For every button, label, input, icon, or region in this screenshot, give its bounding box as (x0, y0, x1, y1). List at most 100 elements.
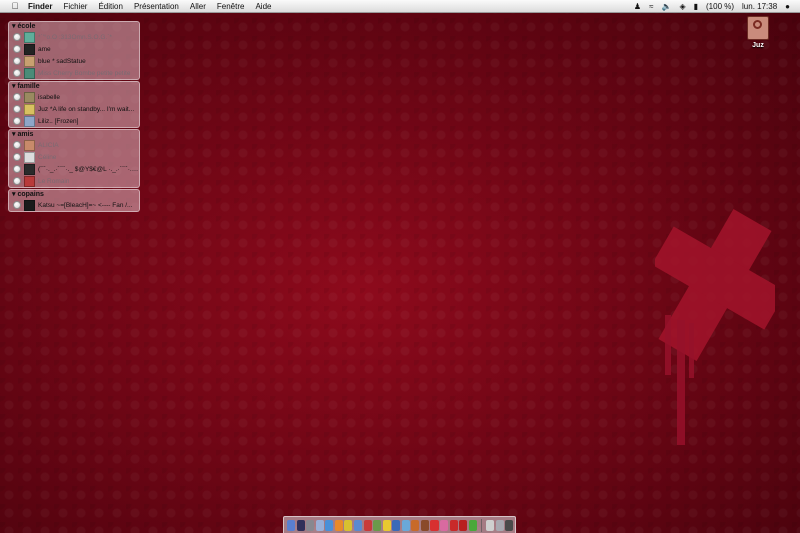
buddy-item[interactable]: (¯`·._.·´¯`·._ $@Y$€@L ·._.·´¯`·._.· (9, 163, 139, 175)
firefox-icon[interactable] (334, 519, 343, 531)
buddy-name: Céline (38, 153, 57, 161)
group-header[interactable]: ▾ copains (9, 190, 139, 199)
group-header[interactable]: ▾ famille (9, 82, 139, 91)
status-radio-icon[interactable] (13, 117, 21, 125)
desktop-icon-juz[interactable]: Juz (743, 16, 773, 49)
status-radio-icon[interactable] (13, 45, 21, 53)
status-radio-icon[interactable] (13, 177, 21, 185)
clock[interactable]: lun. 17:38 (742, 2, 777, 11)
group-header[interactable]: ▾ amis (9, 130, 139, 139)
bird-icon[interactable] (401, 519, 410, 531)
ical-icon[interactable] (363, 519, 372, 531)
buddy-list-window: ▾ école *`'°o.O :313Omn.S.O.G.`* ame blu… (8, 21, 140, 213)
wifi-icon[interactable]: ≈ (649, 2, 653, 11)
dashboard-icon[interactable] (296, 519, 305, 531)
buddy-name: *`'°o.O :313Omn.S.O.G.`* (38, 33, 112, 41)
buddy-avatar (24, 55, 35, 67)
buddy-name: Miss Cherry Bombe petite petite (38, 69, 131, 77)
buddy-group-ecole: ▾ école *`'°o.O :313Omn.S.O.G.`* ame blu… (8, 21, 140, 80)
itunes-icon[interactable] (353, 519, 362, 531)
group-header[interactable]: ▾ école (9, 22, 139, 31)
bluetooth-icon[interactable]: ◈ (679, 2, 685, 11)
preview-icon[interactable] (373, 519, 382, 531)
group-name: amis (17, 131, 34, 138)
buddy-item[interactable]: Katsu ~=[BleacH]=~ <---- Fan /... (9, 199, 139, 211)
menu-fenetre[interactable]: Fenêtre (217, 2, 245, 11)
buddy-avatar (24, 175, 35, 187)
buddy-item[interactable]: *`'°o.O :313Omn.S.O.G.`* (9, 31, 139, 43)
window-thumb-icon[interactable] (495, 519, 504, 531)
adium-icon[interactable] (344, 519, 353, 531)
buddy-item[interactable]: isabelle (9, 91, 139, 103)
menu-aller[interactable]: Aller (190, 2, 206, 11)
status-radio-icon[interactable] (13, 201, 21, 209)
status-radio-icon[interactable] (13, 93, 21, 101)
trash-icon[interactable] (505, 519, 514, 531)
spotlight-icon[interactable]: ● (785, 2, 790, 11)
apple-icon[interactable]:  (6, 1, 24, 11)
window-thumb-icon[interactable] (486, 519, 495, 531)
buddy-group-amis: ▾ amis ALICIA Céline (¯`·._.·´¯`·._ $@Y$… (8, 129, 140, 188)
buddy-name: blue * sadStatue (38, 57, 86, 65)
buddy-group-famille: ▾ famille isabelle Juz *A life on standb… (8, 81, 140, 128)
status-radio-icon[interactable] (13, 105, 21, 113)
battery-percent[interactable]: (100 %) (706, 2, 734, 11)
red-cross-wallpaper-graphic (655, 209, 775, 445)
buddy-name: isabelle (38, 93, 61, 101)
buddy-avatar (24, 91, 35, 103)
system-prefs-icon[interactable] (306, 519, 315, 531)
apple-red-icon[interactable] (459, 519, 468, 531)
status-radio-icon[interactable] (13, 57, 21, 65)
menu-fichier[interactable]: Fichier (63, 2, 87, 11)
dock (283, 516, 516, 533)
status-radio-icon[interactable] (13, 141, 21, 149)
group-name: copains (17, 191, 44, 198)
user-status-icon[interactable]: ♟ (634, 2, 641, 11)
group-name: famille (17, 83, 40, 90)
buddy-name: ALICIA (38, 141, 59, 149)
hard-drive-icon[interactable] (747, 16, 769, 40)
tomato-app-icon[interactable] (449, 519, 458, 531)
buddy-name: Juz *A life on standby... I'm wait... (38, 105, 135, 113)
buddy-avatar (24, 139, 35, 151)
status-radio-icon[interactable] (13, 33, 21, 41)
menu-presentation[interactable]: Présentation (134, 2, 179, 11)
buddy-group-copains: ▾ copains Katsu ~=[BleacH]=~ <---- Fan /… (8, 189, 140, 212)
buddy-item[interactable]: Miss Cherry Bombe petite petite (9, 67, 139, 79)
battery-icon[interactable]: ▮ (694, 2, 698, 11)
mail-icon[interactable] (315, 519, 324, 531)
app-icon[interactable] (420, 519, 429, 531)
buddy-avatar (24, 115, 35, 127)
status-radio-icon[interactable] (13, 153, 21, 161)
menu-bar:  Finder Fichier Édition Présentation Al… (0, 0, 800, 13)
buddy-avatar (24, 67, 35, 79)
buddy-avatar (24, 43, 35, 55)
radioactive-icon[interactable] (382, 519, 391, 531)
buddy-item[interactable]: blue * sadStatue (9, 55, 139, 67)
safari-icon[interactable] (325, 519, 334, 531)
menu-aide[interactable]: Aide (255, 2, 271, 11)
buddy-avatar (24, 151, 35, 163)
buddy-avatar (23, 163, 35, 175)
status-radio-icon[interactable] (13, 69, 21, 77)
pink-app-icon[interactable] (440, 519, 449, 531)
status-radio-icon[interactable] (13, 165, 21, 173)
finder-icon[interactable] (287, 519, 296, 531)
buddy-avatar (24, 31, 35, 43)
buddy-avatar (24, 199, 35, 211)
buddy-item[interactable]: Céline (9, 151, 139, 163)
buddy-item[interactable]: Juz *A life on standby... I'm wait... (9, 103, 139, 115)
buddy-item[interactable]: Le Romain (9, 175, 139, 187)
illustrator-icon[interactable] (411, 519, 420, 531)
volume-icon[interactable]: 🔈 (661, 2, 671, 11)
buddy-item[interactable]: ame (9, 43, 139, 55)
buddy-item[interactable]: ALICIA (9, 139, 139, 151)
leaf-icon[interactable] (468, 519, 477, 531)
menu-app-finder[interactable]: Finder (28, 2, 52, 11)
desktop-icon-label: Juz (752, 42, 764, 49)
menu-edition[interactable]: Édition (98, 2, 122, 11)
buddy-name: (¯`·._.·´¯`·._ $@Y$€@L ·._.·´¯`·._.· (37, 165, 139, 173)
buddy-item[interactable]: Liliz.. [Frozen] (9, 115, 139, 127)
red-app-icon[interactable] (430, 519, 439, 531)
photoshop-icon[interactable] (392, 519, 401, 531)
